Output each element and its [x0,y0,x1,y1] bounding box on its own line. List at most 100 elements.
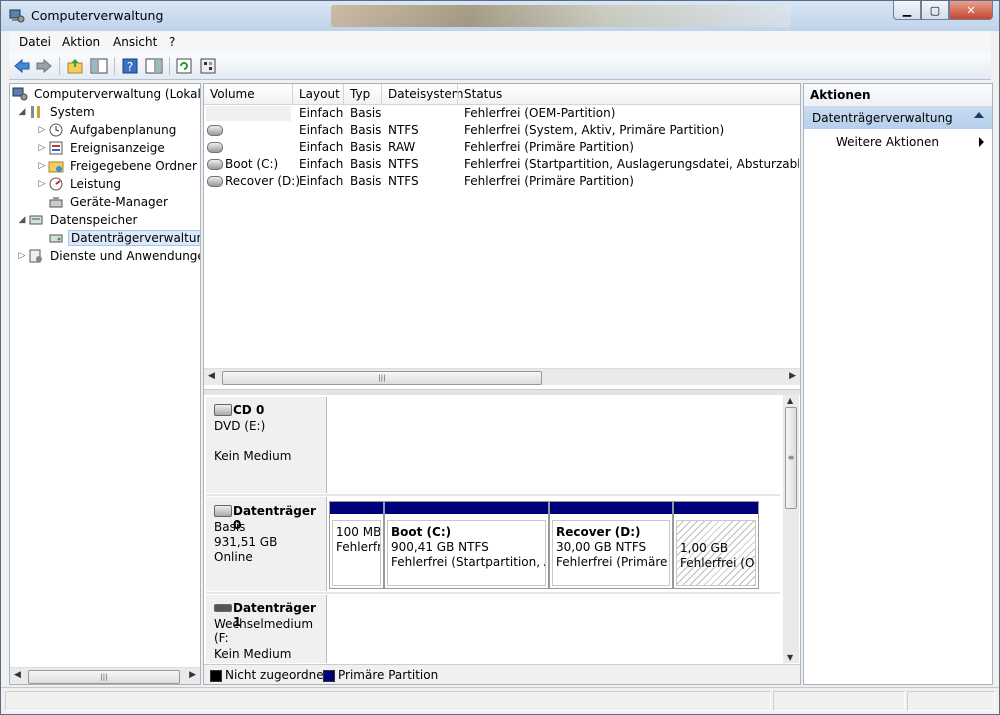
disk-label-cd0[interactable]: CD 0 DVD (E:) Kein Medium [206,397,327,493]
partition-oem[interactable]: 100 MB Fehlerfrei [329,501,384,589]
expand-arrow-icon[interactable]: ▷ [36,179,48,189]
scroll-left-icon[interactable]: ◀ [208,371,215,381]
disk-name: CD 0 [233,403,265,417]
tree-node-ereignisanzeige[interactable]: ▷ Ereignisanzeige [36,139,167,157]
partition-recover[interactable]: Recover (D:) 30,00 GB NTFS Fehlerfrei (P… [549,501,673,589]
main-window: Computerverwaltung ▁ ▢ ✕ Datei Aktion An… [0,0,1000,715]
col-typ[interactable]: Typ [350,87,370,101]
collapse-arrow-icon[interactable]: ◢ [16,107,28,117]
scroll-right-icon[interactable]: ▶ [789,371,796,381]
volume-type: Basis [350,157,382,171]
up-folder-icon [67,59,83,74]
actions-header: Aktionen [804,84,992,107]
menu-help[interactable]: ? [169,35,175,49]
forward-icon [36,58,52,74]
show-tree-button[interactable] [90,57,108,75]
menu-bar: Datei Aktion Ansicht ? [9,31,991,54]
tree-node-root[interactable]: Computerverwaltung (Lokal) [12,85,201,103]
disk-label-disk0[interactable]: Datenträger 0 Basis 931,51 GB Online [206,497,327,591]
up-folder-button[interactable] [66,57,84,75]
tree-label-root: Computerverwaltung (Lokal) [34,87,201,101]
volume-icon [207,125,223,136]
more-actions-item[interactable]: Weitere Aktionen [836,135,939,149]
volume-list-horizontal-scrollbar[interactable]: ◀ ||| ▶ [204,368,800,385]
volume-row[interactable]: Einfach Basis RAW Fehlerfrei (Primäre Pa… [204,139,800,156]
back-button[interactable] [13,57,31,75]
status-panel [907,691,995,711]
system-tools-icon [31,106,40,118]
expand-arrow-icon[interactable]: ▷ [36,143,48,153]
partition-boot[interactable]: Boot (C:) 900,41 GB NTFS Fehlerfrei (Sta… [384,501,549,589]
partition-status: Fehlerfrei (Startpartition, Aus [391,555,545,569]
actions-section[interactable]: Datenträgerverwaltung [804,107,992,129]
event-viewer-icon [49,141,63,155]
show-action-pane-button[interactable] [145,57,163,75]
close-button[interactable]: ✕ [949,1,993,20]
col-dateisystem[interactable]: Dateisystem [388,87,463,101]
disk-view-vertical-scrollbar[interactable]: ▲ ≡ ▼ [783,395,799,663]
volume-row[interactable]: Boot (C:) Einfach Basis NTFS Fehlerfrei … [204,156,800,173]
volume-row[interactable]: Einfach Basis Fehlerfrei (OEM-Partition) [204,105,800,122]
properties-icon [200,58,216,74]
menu-datei[interactable]: Datei [19,35,51,49]
tree-node-freigegebene-ordner[interactable]: ▷ Freigegebene Ordner [36,157,199,175]
show-tree-icon [90,58,108,74]
submenu-arrow-icon [979,137,984,147]
col-layout[interactable]: Layout [299,87,340,101]
primary-partition-bar [550,502,672,514]
collapse-arrow-icon[interactable]: ◢ [16,215,28,225]
disk-label-disk1[interactable]: Datenträger 1 Wechselmedium (F: Kein Med… [206,595,327,663]
expand-arrow-icon[interactable]: ▷ [36,125,48,135]
tree-node-aufgabenplanung[interactable]: ▷ Aufgabenplanung [36,121,178,139]
tree-node-geraete-manager[interactable]: Geräte-Manager [48,193,170,211]
volume-layout: Einfach [299,157,344,171]
tree-node-datentraegerverwaltung[interactable]: Datenträgerverwaltung [48,229,200,247]
scroll-left-icon[interactable]: ◀ [14,670,21,680]
menu-ansicht[interactable]: Ansicht [113,35,157,49]
properties-button[interactable] [199,57,217,75]
help-button[interactable]: ? [121,57,139,75]
tree-node-datenspeicher[interactable]: ◢ Datenspeicher [16,211,139,229]
partition-oem-selected[interactable]: 1,00 GB Fehlerfrei (OE [673,501,759,589]
disk-management-pane: Volume Layout Typ Dateisystem Status Ein… [203,83,801,685]
scroll-right-icon[interactable]: ▶ [189,670,196,680]
disk-media: Kein Medium [214,449,292,463]
device-manager-icon [49,197,63,208]
volume-icon [207,159,223,170]
volume-list-header: Volume Layout Typ Dateisystem Status [204,84,800,105]
storage-icon [29,215,43,225]
scroll-thumb[interactable]: ≡ [785,407,797,509]
hard-disk-icon [214,505,232,517]
volume-row[interactable]: Einfach Basis NTFS Fehlerfrei (System, A… [204,122,800,139]
title-bar[interactable]: Computerverwaltung ▁ ▢ ✕ [1,1,999,31]
scroll-up-icon[interactable]: ▲ [787,396,793,405]
tree-horizontal-scrollbar[interactable]: ◀ ||| ▶ [10,667,200,684]
primary-partition-bar [330,502,383,514]
actions-section-label: Datenträgerverwaltung [812,111,953,125]
expand-arrow-icon[interactable]: ▷ [16,251,28,261]
forward-button[interactable] [35,57,53,75]
volume-type: Basis [350,106,382,120]
tree-node-leistung[interactable]: ▷ Leistung [36,175,123,193]
menu-aktion[interactable]: Aktion [62,35,100,49]
tree-node-dienste[interactable]: ▷ Dienste und Anwendungen [16,247,201,265]
tree-label-dienste: Dienste und Anwendungen [50,249,201,263]
disk-media: Kein Medium [214,647,292,661]
collapse-up-icon[interactable] [974,112,984,118]
scroll-down-icon[interactable]: ▼ [787,653,793,662]
partition-size: 100 MB [336,525,381,539]
maximize-button[interactable]: ▢ [921,1,949,20]
scroll-thumb[interactable]: ||| [28,670,180,684]
legend-swatch-primary [323,670,335,682]
col-status[interactable]: Status [464,87,502,101]
volume-row[interactable]: Recover (D:) Einfach Basis NTFS Fehlerfr… [204,173,800,190]
scroll-thumb[interactable]: ||| [222,371,542,385]
volume-type: Basis [350,140,382,154]
volume-layout: Einfach [299,106,344,120]
minimize-button[interactable]: ▁ [893,1,921,20]
expand-arrow-icon[interactable]: ▷ [36,161,48,171]
volume-layout: Einfach [299,140,344,154]
tree-node-system[interactable]: ◢ System [16,103,97,121]
col-volume[interactable]: Volume [210,87,255,101]
refresh-button[interactable] [175,57,193,75]
